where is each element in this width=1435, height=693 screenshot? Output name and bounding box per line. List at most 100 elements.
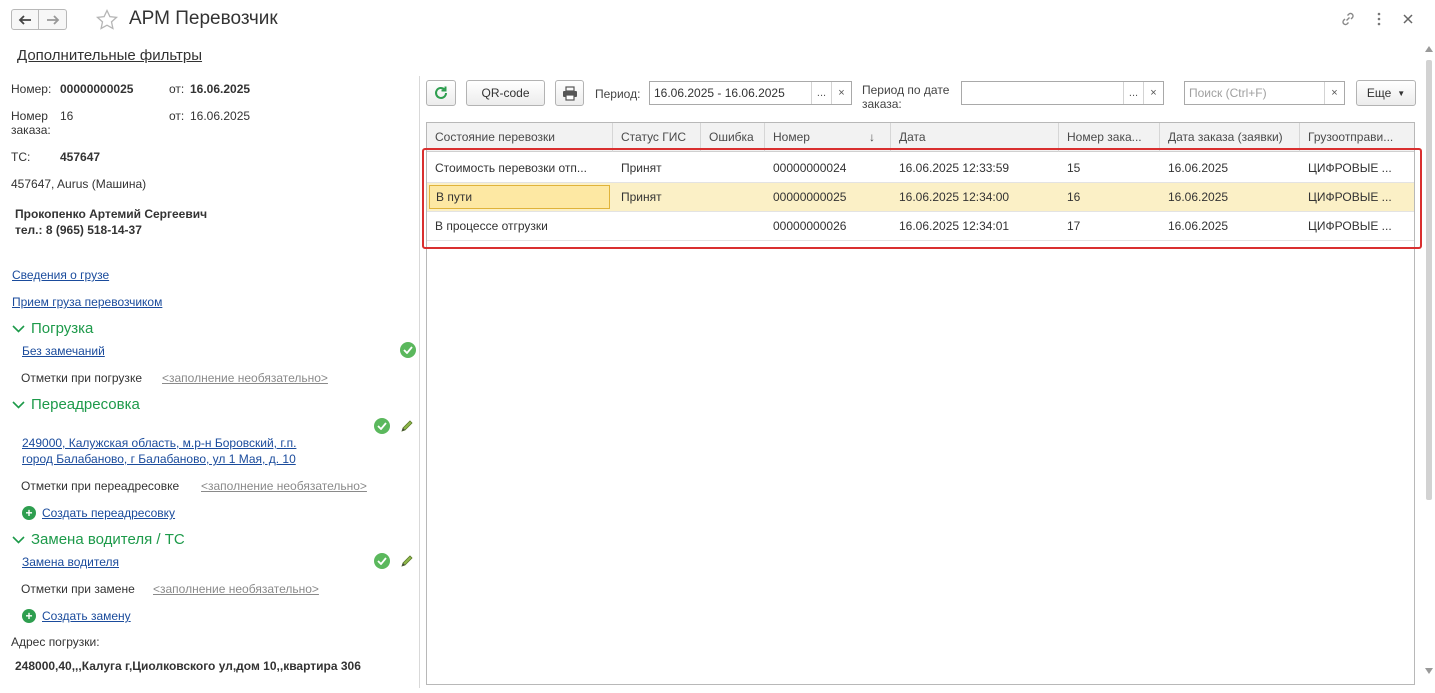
period-value[interactable]: 16.06.2025 - 16.06.2025 (650, 86, 811, 100)
readdress-section-title: Переадресовка (31, 396, 140, 413)
shipments-table[interactable]: Состояние перевозки Статус ГИС Ошибка Но… (426, 122, 1415, 685)
loading-status-link[interactable]: Без замечаний (22, 344, 105, 358)
period-clear-button[interactable]: × (831, 82, 851, 104)
period-order-select-button[interactable]: ... (1123, 82, 1143, 104)
plus-icon: + (22, 506, 36, 520)
readdress-notes-field[interactable]: <заполнение необязательно> (201, 479, 367, 493)
period-order-clear-button[interactable]: × (1143, 82, 1163, 104)
loading-address-value: 248000,40,,,Калуга г,Циолковского ул,дом… (15, 659, 361, 673)
arrow-left-icon (18, 14, 31, 25)
driver-change-notes-label: Отметки при замене (21, 582, 135, 596)
cell-shipper: ЦИФРОВЫЕ ... (1308, 190, 1392, 204)
cell-date: 16.06.2025 12:34:01 (899, 219, 1010, 233)
check-icon (374, 418, 390, 434)
column-header[interactable]: Номер ↓ (765, 123, 891, 152)
scroll-up-icon[interactable] (1425, 46, 1433, 52)
loading-section-title: Погрузка (31, 320, 94, 337)
column-header-label: Номер (773, 130, 810, 144)
loading-notes-field[interactable]: <заполнение необязательно> (162, 371, 328, 385)
arrow-right-icon (46, 14, 59, 25)
driver-change-notes-field[interactable]: <заполнение необязательно> (153, 582, 319, 596)
table-row[interactable]: В процессе отгрузки 00000000026 16.06.20… (427, 212, 1414, 241)
vehicle-value: 457647 (60, 150, 101, 164)
cell-state: В пути (429, 185, 610, 209)
cargo-accept-link[interactable]: Прием груза перевозчиком (12, 295, 162, 309)
cell-order-date: 16.06.2025 (1168, 161, 1229, 175)
order-label: Номер заказа: (11, 109, 51, 137)
column-header[interactable]: Состояние перевозки (427, 123, 613, 152)
scrollbar-thumb[interactable] (1426, 60, 1432, 500)
sort-down-icon: ↓ (869, 130, 875, 144)
cell-order-number: 15 (1067, 161, 1081, 175)
check-icon (400, 342, 416, 358)
driver-change-status-link[interactable]: Замена водителя (22, 555, 119, 569)
more-button-label: Еще (1366, 86, 1392, 100)
cell-number: 00000000026 (773, 219, 847, 233)
cell-order-date: 16.06.2025 (1168, 190, 1229, 204)
readdress-section-header[interactable]: Переадресовка (12, 396, 140, 413)
panel-splitter[interactable] (419, 76, 420, 688)
loading-address-label: Адрес погрузки: (11, 635, 100, 649)
link-icon[interactable] (1338, 9, 1358, 29)
pencil-icon[interactable] (399, 418, 415, 434)
back-button[interactable] (11, 9, 39, 30)
column-header[interactable]: Статус ГИС (613, 123, 701, 152)
chevron-down-icon (12, 535, 25, 544)
close-icon[interactable] (1398, 9, 1418, 29)
chevron-down-icon (12, 400, 25, 409)
from-label: от: (169, 82, 185, 96)
date-value: 16.06.2025 (190, 82, 251, 96)
scroll-down-icon[interactable] (1425, 668, 1433, 674)
number-value: 00000000025 (60, 82, 134, 96)
period-label: Период: (595, 87, 641, 101)
period-order-field[interactable]: ... × (961, 81, 1164, 105)
additional-filters-link[interactable]: Дополнительные фильтры (17, 47, 202, 64)
check-icon (374, 553, 390, 569)
create-readdress-link[interactable]: Создать переадресовку (42, 506, 175, 520)
cell-shipper: ЦИФРОВЫЕ ... (1308, 161, 1392, 175)
driver-change-section-header[interactable]: Замена водителя / ТС (12, 531, 185, 548)
driver-name: Прокопенко Артемий Сергеевич (15, 207, 208, 221)
column-header[interactable]: Дата заказа (заявки) (1160, 123, 1300, 152)
table-row-selected[interactable]: В пути Принят 00000000025 16.06.2025 12:… (427, 183, 1414, 212)
more-vert-icon[interactable] (1369, 9, 1389, 29)
qr-code-button[interactable]: QR-code (466, 80, 545, 106)
readdress-address-line1[interactable]: 249000, Калужская область, м.р-н Боровск… (22, 436, 296, 450)
cell-state: В процессе отгрузки (435, 219, 548, 233)
refresh-button[interactable] (426, 80, 456, 106)
period-order-label: Период по дате заказа: (862, 83, 949, 111)
more-button[interactable]: Еще ▼ (1356, 80, 1416, 106)
dropdown-arrow-icon: ▼ (1397, 88, 1406, 98)
driver-change-section-title: Замена водителя / ТС (31, 531, 185, 548)
chevron-down-icon (12, 324, 25, 333)
pencil-icon[interactable] (399, 553, 415, 569)
column-header[interactable]: Дата (891, 123, 1059, 152)
table-row[interactable]: Стоимость перевозки отп... Принят 000000… (427, 154, 1414, 183)
print-button[interactable] (555, 80, 584, 106)
order-value: 16 (60, 109, 74, 123)
column-header[interactable]: Номер зака... (1059, 123, 1160, 152)
search-input[interactable]: Поиск (Ctrl+F) (1185, 86, 1324, 100)
number-label: Номер: (11, 82, 52, 96)
column-header[interactable]: Ошибка (701, 123, 765, 152)
cell-number: 00000000024 (773, 161, 847, 175)
readdress-address-line2[interactable]: город Балабаново, г Балабаново, ул 1 Мая… (22, 452, 296, 466)
period-select-button[interactable]: ... (811, 82, 831, 104)
period-field[interactable]: 16.06.2025 - 16.06.2025 ... × (649, 81, 852, 105)
search-clear-button[interactable]: × (1324, 82, 1344, 104)
create-driver-change-link[interactable]: Создать замену (42, 609, 131, 623)
forward-button[interactable] (39, 9, 67, 30)
cargo-info-link[interactable]: Сведения о грузе (12, 268, 109, 282)
cell-order-date: 16.06.2025 (1168, 219, 1229, 233)
loading-section-header[interactable]: Погрузка (12, 320, 93, 337)
loading-notes-label: Отметки при погрузке (21, 371, 142, 385)
printer-icon (562, 85, 577, 101)
cell-number: 00000000025 (773, 190, 847, 204)
order-date: 16.06.2025 (190, 109, 251, 123)
favorite-star-icon[interactable] (95, 8, 119, 35)
period-order-label-line1: Период по дате (862, 83, 950, 97)
search-field[interactable]: Поиск (Ctrl+F) × (1184, 81, 1345, 105)
column-header[interactable]: Грузоотправи... (1300, 123, 1414, 152)
order-from-label: от: (169, 109, 185, 123)
vertical-scrollbar[interactable] (1423, 40, 1435, 680)
